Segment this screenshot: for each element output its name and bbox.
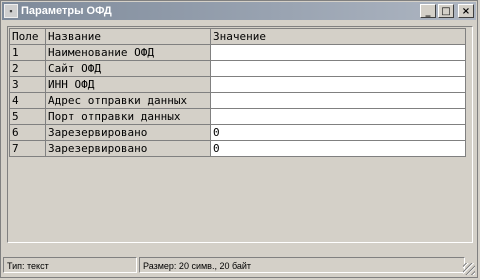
window-title: Параметры ОФД [21,5,112,17]
parameter-name-cell: Наименование ОФД [45,44,211,61]
close-button[interactable]: × [458,4,474,18]
table-row: 2 Сайт ОФД [9,60,466,77]
parameter-name-cell: Порт отправки данных [45,108,211,125]
resize-grip-icon[interactable] [463,263,475,275]
parameter-value-cell[interactable] [210,92,466,109]
maximize-icon: □ [441,5,451,17]
title-bar[interactable]: ▪ Параметры ОФД _ □ × [2,2,476,20]
parameter-value-cell[interactable] [210,76,466,93]
parameter-value-cell[interactable]: 0 [210,140,466,157]
field-number-cell: 4 [9,92,46,109]
column-header-field[interactable]: Поле [9,28,46,45]
table-row: 4 Адрес отправки данных [9,92,466,109]
header-row: Поле Название Значение [9,28,466,45]
minimize-button[interactable]: _ [420,4,436,18]
parameter-name-cell: ИНН ОФД [45,76,211,93]
field-number-cell: 3 [9,76,46,93]
ofd-parameters-window: ▪ Параметры ОФД _ □ × Поле Название Знач… [0,0,478,278]
parameter-name-cell: Адрес отправки данных [45,92,211,109]
status-size: Размер: 20 симв., 20 байт [139,257,465,273]
field-number-cell: 7 [9,140,46,157]
column-header-name[interactable]: Название [45,28,211,45]
parameter-name-cell: Зарезервировано [45,124,211,141]
parameters-grid[interactable]: Поле Название Значение 1 Наименование ОФ… [7,26,473,243]
parameter-value-cell[interactable] [210,108,466,125]
close-icon: × [461,5,471,17]
maximize-button[interactable]: □ [438,4,454,18]
column-header-value[interactable]: Значение [210,28,466,45]
table-row: 1 Наименование ОФД [9,44,466,61]
table-row: 7 Зарезервировано 0 [9,140,466,157]
parameters-table: Поле Название Значение 1 Наименование ОФ… [9,28,466,157]
parameter-value-cell[interactable]: 0 [210,124,466,141]
status-bar: Тип: текст Размер: 20 симв., 20 байт [3,257,475,275]
table-row: 6 Зарезервировано 0 [9,124,466,141]
field-number-cell: 5 [9,108,46,125]
field-number-cell: 2 [9,60,46,77]
parameter-name-cell: Сайт ОФД [45,60,211,77]
field-number-cell: 6 [9,124,46,141]
parameter-value-cell[interactable] [210,60,466,77]
parameter-name-cell: Зарезервировано [45,140,211,157]
app-icon: ▪ [4,4,18,18]
table-row: 3 ИНН ОФД [9,76,466,93]
status-type: Тип: текст [3,257,137,273]
field-number-cell: 1 [9,44,46,61]
table-row: 5 Порт отправки данных [9,108,466,125]
minimize-icon: _ [425,5,431,17]
parameter-value-cell[interactable] [210,44,466,61]
